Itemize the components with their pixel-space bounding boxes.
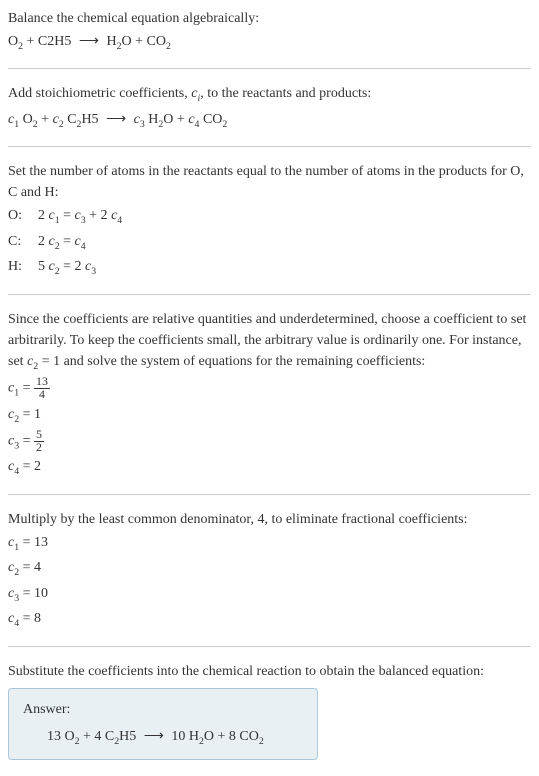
section-problem: Balance the chemical equation algebraica… bbox=[8, 8, 531, 54]
coeff-c3: c3 = 52 bbox=[8, 429, 531, 454]
table-row: C: 2 c2 = c4 bbox=[8, 231, 531, 254]
answer-equation: 13 O2 + 4 C2H5 ⟶ 10 H2O + 8 CO2 bbox=[23, 726, 303, 749]
multiply-text: Multiply by the least common denominator… bbox=[8, 509, 531, 530]
table-row: H: 5 c2 = 2 c3 bbox=[8, 256, 531, 279]
coeff-c4: c4 = 2 bbox=[8, 456, 531, 479]
ci-variable: ci bbox=[191, 86, 200, 101]
answer-box: Answer: 13 O2 + 4 C2H5 ⟶ 10 H2O + 8 CO2 bbox=[8, 688, 318, 760]
divider bbox=[8, 494, 531, 495]
balance-eq: 2 c2 = c4 bbox=[38, 231, 86, 254]
section-stoichiometric: Add stoichiometric coefficients, ci, to … bbox=[8, 83, 531, 132]
balance-text: Set the number of atoms in the reactants… bbox=[8, 161, 531, 203]
section-multiply: Multiply by the least common denominator… bbox=[8, 509, 531, 632]
final-c4: c4 = 8 bbox=[8, 608, 531, 631]
balance-eq: 2 c1 = c3 + 2 c4 bbox=[38, 205, 122, 228]
set-c2: c2 = 1 bbox=[27, 354, 60, 369]
divider bbox=[8, 294, 531, 295]
final-c1: c1 = 13 bbox=[8, 532, 531, 555]
substitute-text: Substitute the coefficients into the che… bbox=[8, 661, 531, 682]
balance-eq: 5 c2 = 2 c3 bbox=[38, 256, 96, 279]
element-label: C: bbox=[8, 231, 38, 254]
table-row: O: 2 c1 = c3 + 2 c4 bbox=[8, 205, 531, 228]
element-label: H: bbox=[8, 256, 38, 279]
answer-label: Answer: bbox=[23, 699, 303, 720]
coeff-c2: c2 = 1 bbox=[8, 404, 531, 427]
solve-text: Since the coefficients are relative quan… bbox=[8, 309, 531, 374]
stoich-text: Add stoichiometric coefficients, ci, to … bbox=[8, 83, 531, 106]
divider bbox=[8, 68, 531, 69]
problem-text: Balance the chemical equation algebraica… bbox=[8, 8, 531, 29]
coeff-c1: c1 = 134 bbox=[8, 376, 531, 401]
coeff-equation: c1 O2 + c2 C2H5 ⟶ c3 H2O + c4 CO2 bbox=[8, 109, 531, 132]
divider bbox=[8, 146, 531, 147]
section-substitute: Substitute the coefficients into the che… bbox=[8, 661, 531, 760]
final-c2: c2 = 4 bbox=[8, 557, 531, 580]
element-label: O: bbox=[8, 205, 38, 228]
divider bbox=[8, 646, 531, 647]
initial-equation: O2 + C2H5 ⟶ H2O + CO2 bbox=[8, 31, 531, 54]
section-solve: Since the coefficients are relative quan… bbox=[8, 309, 531, 480]
section-atom-balance: Set the number of atoms in the reactants… bbox=[8, 161, 531, 279]
final-c3: c3 = 10 bbox=[8, 583, 531, 606]
